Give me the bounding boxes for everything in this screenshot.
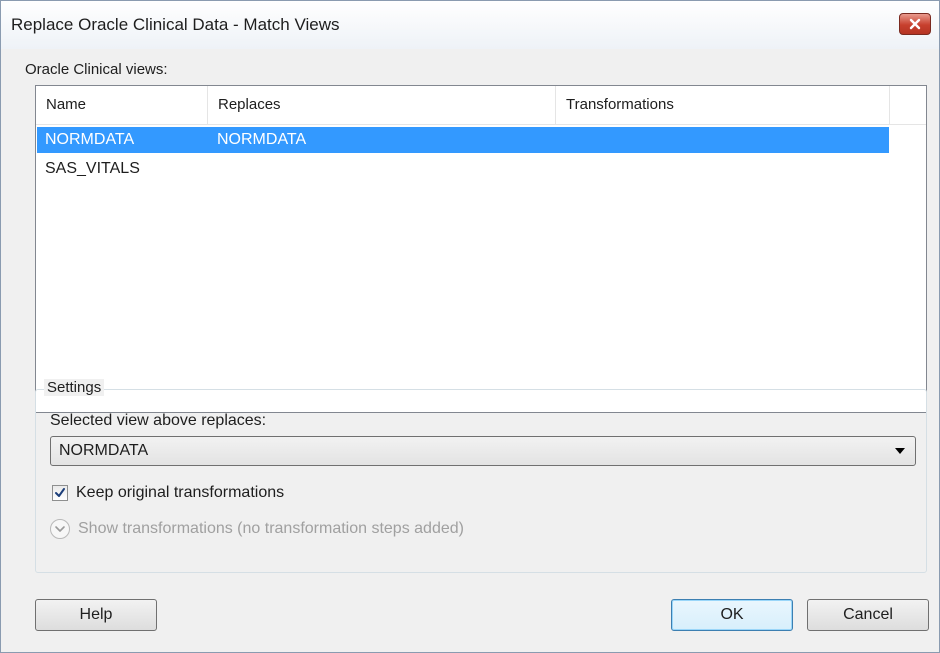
column-header-name[interactable]: Name bbox=[36, 86, 208, 124]
column-header-replaces[interactable]: Replaces bbox=[208, 86, 556, 124]
dialog-client: Oracle Clinical views: Name Replaces Tra… bbox=[9, 49, 931, 652]
dropdown-value: NORMDATA bbox=[59, 442, 149, 459]
row-name-cell: NORMDATA bbox=[45, 131, 135, 148]
title-bar[interactable]: Replace Oracle Clinical Data - Match Vie… bbox=[1, 1, 939, 49]
keep-transformations-checkbox[interactable] bbox=[52, 485, 68, 501]
column-header-filler bbox=[890, 86, 926, 124]
column-header-transformations[interactable]: Transformations bbox=[556, 86, 890, 124]
list-row-sas-vitals[interactable]: SAS_VITALS bbox=[37, 156, 889, 182]
list-row-normdata[interactable]: NORMDATA NORMDATA bbox=[37, 127, 889, 153]
listview-header: Name Replaces Transformations bbox=[36, 86, 926, 125]
selected-view-label: Selected view above replaces: bbox=[50, 412, 267, 429]
row-name-cell: SAS_VITALS bbox=[45, 160, 140, 177]
settings-legend: Settings bbox=[44, 379, 105, 396]
row-replaces-cell: NORMDATA bbox=[217, 131, 307, 148]
window-title: Replace Oracle Clinical Data - Match Vie… bbox=[11, 15, 340, 34]
views-label: Oracle Clinical views: bbox=[25, 61, 168, 78]
cancel-button[interactable]: Cancel bbox=[807, 599, 929, 631]
expand-chevron-icon bbox=[50, 519, 70, 539]
replaces-dropdown[interactable]: NORMDATA bbox=[50, 436, 916, 466]
checkmark-icon bbox=[55, 488, 65, 497]
chevron-down-icon[interactable] bbox=[895, 448, 905, 454]
close-button[interactable] bbox=[899, 13, 931, 35]
help-button[interactable]: Help bbox=[35, 599, 157, 631]
settings-group: Settings Selected view above replaces: N… bbox=[35, 379, 927, 573]
views-listview[interactable]: Name Replaces Transformations NORMDATA N… bbox=[35, 85, 927, 413]
dialog-window: Replace Oracle Clinical Data - Match Vie… bbox=[0, 0, 940, 653]
keep-transformations-label[interactable]: Keep original transformations bbox=[76, 484, 284, 502]
close-x-icon bbox=[909, 18, 921, 30]
show-transformations-label: Show transformations (no transformation … bbox=[78, 520, 464, 537]
ok-button[interactable]: OK bbox=[671, 599, 793, 631]
